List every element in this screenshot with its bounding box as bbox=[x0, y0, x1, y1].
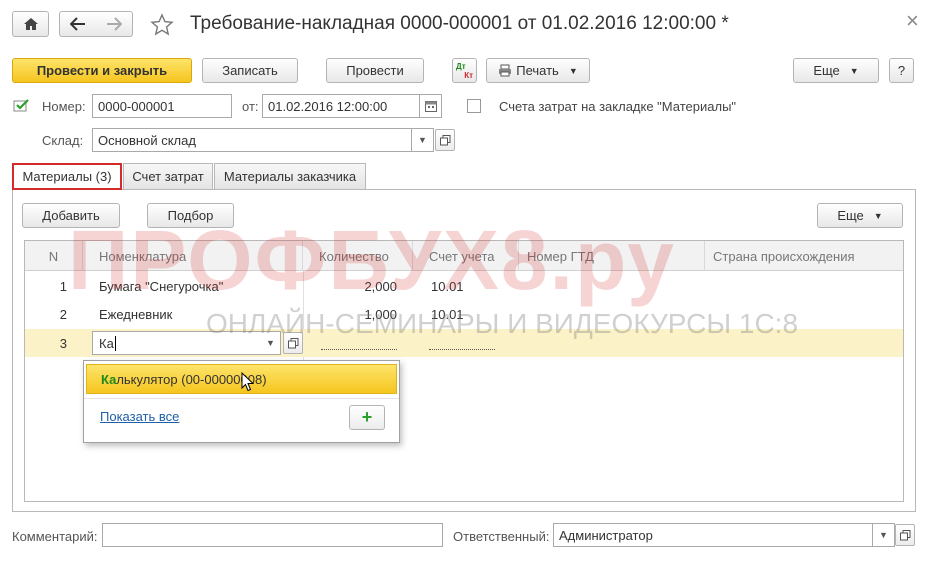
post-and-close-button[interactable]: Провести и закрыть bbox=[12, 58, 192, 83]
row-number: 2 bbox=[59, 306, 67, 322]
date-label: от: bbox=[242, 99, 259, 114]
number-label: Номер: bbox=[42, 99, 86, 114]
help-button[interactable]: ? bbox=[889, 58, 914, 83]
comment-label: Комментарий: bbox=[12, 529, 98, 544]
row-account: 10.01 bbox=[431, 306, 464, 322]
column-header-country[interactable]: Страна происхождения bbox=[705, 241, 903, 271]
responsible-open-button[interactable] bbox=[895, 524, 915, 546]
mouse-cursor-icon bbox=[241, 372, 255, 392]
dropdown-divider bbox=[84, 398, 399, 399]
add-new-button[interactable]: + bbox=[349, 405, 385, 430]
text-caret bbox=[114, 335, 116, 351]
close-icon[interactable]: × bbox=[906, 8, 919, 34]
print-label: Печать bbox=[516, 63, 559, 78]
open-form-icon bbox=[899, 529, 910, 540]
column-header-n[interactable]: N bbox=[25, 241, 83, 271]
pick-button[interactable]: Подбор bbox=[147, 203, 234, 228]
warehouse-label: Склад: bbox=[42, 133, 84, 148]
post-button[interactable]: Провести bbox=[326, 58, 424, 83]
column-header-qty[interactable]: Количество bbox=[311, 241, 413, 271]
item-edit-input[interactable]: Ка bbox=[92, 331, 280, 355]
dt-label: Дт bbox=[456, 61, 466, 71]
chevron-down-icon: ▼ bbox=[849, 65, 859, 76]
print-button[interactable]: Печать ▼ bbox=[486, 58, 590, 83]
table-row-editing[interactable]: 3 Ка ▼ bbox=[25, 329, 903, 357]
column-header-item[interactable]: Номенклатура bbox=[83, 241, 303, 271]
tab-cost-account[interactable]: Счет затрат bbox=[123, 163, 213, 189]
window-title: Требование-накладная 0000-000001 от 01.0… bbox=[190, 13, 729, 34]
row-qty: 2,000 bbox=[364, 278, 397, 294]
open-form-icon bbox=[287, 337, 298, 348]
responsible-field[interactable]: Администратор bbox=[553, 523, 873, 547]
chevron-down-icon: ▼ bbox=[266, 338, 275, 348]
chevron-down-icon: ▼ bbox=[879, 530, 888, 540]
column-header-account[interactable]: Счет учета bbox=[421, 241, 519, 271]
calendar-icon bbox=[424, 100, 437, 112]
responsible-dropdown-button[interactable]: ▼ bbox=[873, 523, 895, 547]
chevron-down-icon: ▼ bbox=[873, 210, 883, 221]
responsible-label: Ответственный: bbox=[453, 529, 550, 544]
row-number: 3 bbox=[59, 335, 67, 351]
row-item: Ежедневник bbox=[99, 306, 173, 322]
home-button[interactable] bbox=[12, 11, 49, 37]
qty-cell-placeholder[interactable] bbox=[321, 349, 397, 350]
tab-materials[interactable]: Материалы (3) bbox=[12, 163, 122, 190]
row-qty: 1,000 bbox=[364, 306, 397, 322]
comment-field[interactable] bbox=[102, 523, 443, 547]
row-number: 1 bbox=[59, 278, 67, 294]
printer-icon bbox=[499, 64, 512, 77]
kt-label: Кт bbox=[464, 70, 473, 80]
home-icon bbox=[23, 18, 38, 30]
table-more-button[interactable]: Еще ▼ bbox=[817, 203, 903, 228]
row-item: Бумага "Снегурочка" bbox=[99, 278, 224, 294]
dtkt-report-button[interactable]: Дт Кт bbox=[452, 58, 477, 83]
table-more-label: Еще bbox=[837, 208, 864, 223]
chevron-down-icon: ▼ bbox=[418, 135, 427, 145]
cost-accounts-checkbox[interactable] bbox=[467, 99, 481, 113]
forward-arrow-icon[interactable] bbox=[106, 17, 122, 31]
column-header-gtd[interactable]: Номер ГТД bbox=[519, 241, 705, 271]
nav-buttons bbox=[59, 11, 133, 37]
warehouse-open-button[interactable] bbox=[435, 129, 455, 151]
more-label: Еще bbox=[813, 63, 840, 78]
add-row-button[interactable]: Добавить bbox=[22, 203, 120, 228]
item-dropdown-button[interactable]: ▼ bbox=[261, 331, 281, 355]
date-field[interactable]: 01.02.2016 12:00:00 bbox=[262, 94, 420, 118]
open-form-icon bbox=[439, 134, 450, 145]
table-header: N Номенклатура Количество Счет учета Ном… bbox=[25, 241, 903, 271]
posted-status-icon bbox=[13, 99, 29, 112]
item-open-button[interactable] bbox=[283, 332, 303, 354]
chevron-down-icon: ▼ bbox=[568, 65, 578, 76]
favorite-star-icon[interactable] bbox=[150, 13, 174, 37]
table-row[interactable]: 2 Ежедневник 1,000 10.01 bbox=[25, 300, 903, 328]
warehouse-dropdown-button[interactable]: ▼ bbox=[412, 128, 434, 152]
show-all-link[interactable]: Показать все bbox=[100, 409, 179, 424]
calendar-button[interactable] bbox=[420, 94, 442, 118]
match-highlight: Ка bbox=[101, 371, 117, 387]
number-field[interactable]: 0000-000001 bbox=[92, 94, 232, 118]
more-button[interactable]: Еще ▼ bbox=[793, 58, 879, 83]
tab-customer-materials[interactable]: Материалы заказчика bbox=[214, 163, 366, 189]
account-cell-placeholder[interactable] bbox=[429, 349, 495, 350]
row-account: 10.01 bbox=[431, 278, 464, 294]
item-edit-text: Ка bbox=[99, 335, 114, 351]
cost-accounts-label: Счета затрат на закладке "Материалы" bbox=[499, 99, 737, 114]
save-button[interactable]: Записать bbox=[202, 58, 298, 83]
table-row[interactable]: 1 Бумага "Снегурочка" 2,000 10.01 bbox=[25, 272, 903, 300]
plus-icon: + bbox=[361, 407, 373, 427]
warehouse-field[interactable]: Основной склад bbox=[92, 128, 412, 152]
back-arrow-icon[interactable] bbox=[70, 17, 86, 31]
